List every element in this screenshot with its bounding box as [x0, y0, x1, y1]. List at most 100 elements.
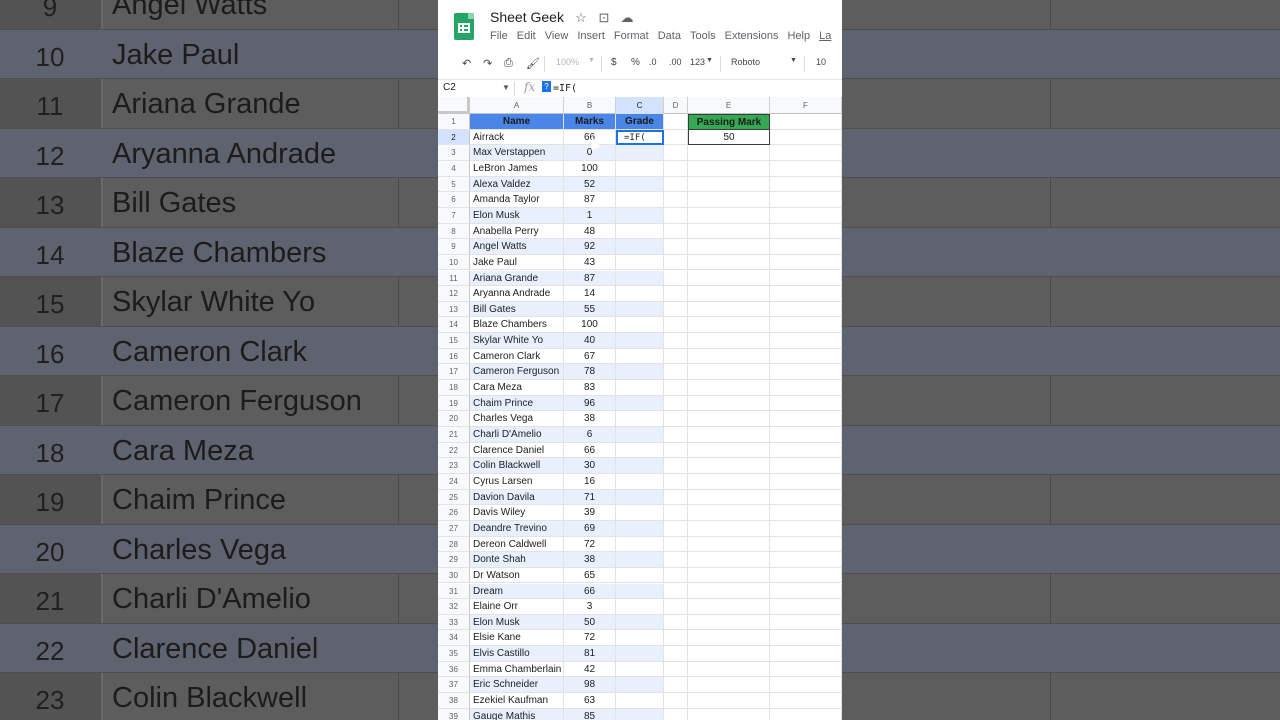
- cell[interactable]: [664, 473, 688, 490]
- cell[interactable]: [688, 458, 770, 474]
- cell[interactable]: [664, 114, 688, 130]
- cell[interactable]: [770, 489, 842, 506]
- cell[interactable]: [770, 646, 842, 662]
- row-number[interactable]: 9: [438, 239, 470, 255]
- marks-cell[interactable]: 16: [564, 473, 616, 490]
- spreadsheet-grid[interactable]: A B C D E F 1 Name Marks Grade Passing Mark 2…: [438, 97, 842, 720]
- grade-cell[interactable]: [616, 145, 664, 161]
- font-caret-icon[interactable]: ▼: [790, 57, 797, 64]
- cell[interactable]: [664, 364, 688, 381]
- cell[interactable]: [664, 192, 688, 208]
- menu-item-tools[interactable]: Tools: [690, 30, 716, 42]
- cell[interactable]: [688, 145, 770, 161]
- name-cell[interactable]: Cameron Clark: [470, 348, 564, 365]
- name-cell[interactable]: Emma Chamberlain: [470, 661, 564, 678]
- cell[interactable]: [664, 520, 688, 537]
- cell[interactable]: [688, 348, 770, 365]
- select-all-corner[interactable]: [438, 97, 470, 114]
- column-header-e[interactable]: E: [688, 97, 770, 114]
- cell[interactable]: [770, 536, 842, 553]
- passing-mark-value[interactable]: 50: [688, 129, 770, 146]
- cell[interactable]: [770, 301, 842, 318]
- cell[interactable]: [664, 286, 688, 302]
- cell[interactable]: [688, 552, 770, 568]
- name-cell[interactable]: Chaim Prince: [470, 395, 564, 412]
- cell[interactable]: [664, 583, 688, 600]
- grade-cell[interactable]: [616, 520, 664, 537]
- grade-cell[interactable]: [616, 458, 664, 474]
- cell[interactable]: [770, 270, 842, 287]
- cell[interactable]: [770, 630, 842, 647]
- grade-cell[interactable]: [616, 583, 664, 600]
- cell[interactable]: [688, 473, 770, 490]
- cell[interactable]: [688, 693, 770, 709]
- cell[interactable]: [770, 114, 842, 130]
- grade-cell[interactable]: [616, 223, 664, 240]
- marks-cell[interactable]: 72: [564, 630, 616, 647]
- marks-cell[interactable]: 30: [564, 458, 616, 474]
- cloud-icon[interactable]: ☁: [620, 10, 634, 26]
- cell[interactable]: [664, 254, 688, 271]
- cell[interactable]: [688, 536, 770, 553]
- grade-cell[interactable]: [616, 677, 664, 694]
- marks-cell[interactable]: 42: [564, 661, 616, 678]
- star-icon[interactable]: ☆: [574, 10, 588, 26]
- grade-cell[interactable]: [616, 176, 664, 193]
- row-number[interactable]: 24: [438, 473, 470, 490]
- cell[interactable]: [664, 239, 688, 255]
- cell[interactable]: [770, 599, 842, 615]
- name-cell[interactable]: Dr Watson: [470, 567, 564, 584]
- cell[interactable]: [664, 489, 688, 506]
- cell[interactable]: [770, 442, 842, 459]
- name-cell[interactable]: Skylar White Yo: [470, 333, 564, 349]
- header-cell-name[interactable]: Name: [470, 114, 564, 130]
- cell[interactable]: [664, 505, 688, 521]
- marks-cell[interactable]: 96: [564, 395, 616, 412]
- marks-cell[interactable]: 1: [564, 207, 616, 224]
- cell[interactable]: [770, 505, 842, 521]
- cell[interactable]: [664, 207, 688, 224]
- cell[interactable]: [664, 567, 688, 584]
- cell[interactable]: [688, 489, 770, 506]
- row-number[interactable]: 38: [438, 693, 470, 709]
- cell[interactable]: [688, 286, 770, 302]
- marks-cell[interactable]: 67: [564, 348, 616, 365]
- cell[interactable]: [664, 395, 688, 412]
- marks-cell[interactable]: 78: [564, 364, 616, 381]
- sheets-logo-icon[interactable]: [454, 13, 474, 40]
- row-number[interactable]: 12: [438, 286, 470, 302]
- font-select[interactable]: Roboto: [731, 57, 760, 67]
- name-cell[interactable]: Davion Davila: [470, 489, 564, 506]
- marks-cell[interactable]: 65: [564, 567, 616, 584]
- header-cell-marks[interactable]: Marks: [564, 114, 616, 130]
- row-number[interactable]: 32: [438, 599, 470, 615]
- row-number[interactable]: 17: [438, 364, 470, 381]
- cell[interactable]: [770, 427, 842, 443]
- cell[interactable]: [664, 708, 688, 720]
- grade-cell[interactable]: [616, 254, 664, 271]
- cell[interactable]: [688, 630, 770, 647]
- marks-cell[interactable]: 38: [564, 411, 616, 427]
- cell[interactable]: [664, 427, 688, 443]
- cell[interactable]: [688, 223, 770, 240]
- menu-item-la[interactable]: La: [819, 30, 831, 42]
- row-number[interactable]: 21: [438, 427, 470, 443]
- marks-cell[interactable]: 87: [564, 192, 616, 208]
- marks-cell[interactable]: 55: [564, 301, 616, 318]
- marks-cell[interactable]: 43: [564, 254, 616, 271]
- name-cell[interactable]: Elsie Kane: [470, 630, 564, 647]
- passing-mark-label[interactable]: Passing Mark: [688, 114, 770, 130]
- row-number[interactable]: 15: [438, 333, 470, 349]
- cell[interactable]: [688, 661, 770, 678]
- row-number[interactable]: 23: [438, 458, 470, 474]
- row-number[interactable]: 35: [438, 646, 470, 662]
- name-cell[interactable]: Dream: [470, 583, 564, 600]
- cell[interactable]: [770, 520, 842, 537]
- name-cell[interactable]: Cameron Ferguson: [470, 364, 564, 381]
- name-cell[interactable]: Dereon Caldwell: [470, 536, 564, 553]
- cell[interactable]: [770, 286, 842, 302]
- formula-input[interactable]: =IF(: [553, 83, 577, 94]
- marks-cell[interactable]: 14: [564, 286, 616, 302]
- grade-cell[interactable]: [616, 630, 664, 647]
- zoom-caret-icon[interactable]: ▼: [588, 57, 595, 64]
